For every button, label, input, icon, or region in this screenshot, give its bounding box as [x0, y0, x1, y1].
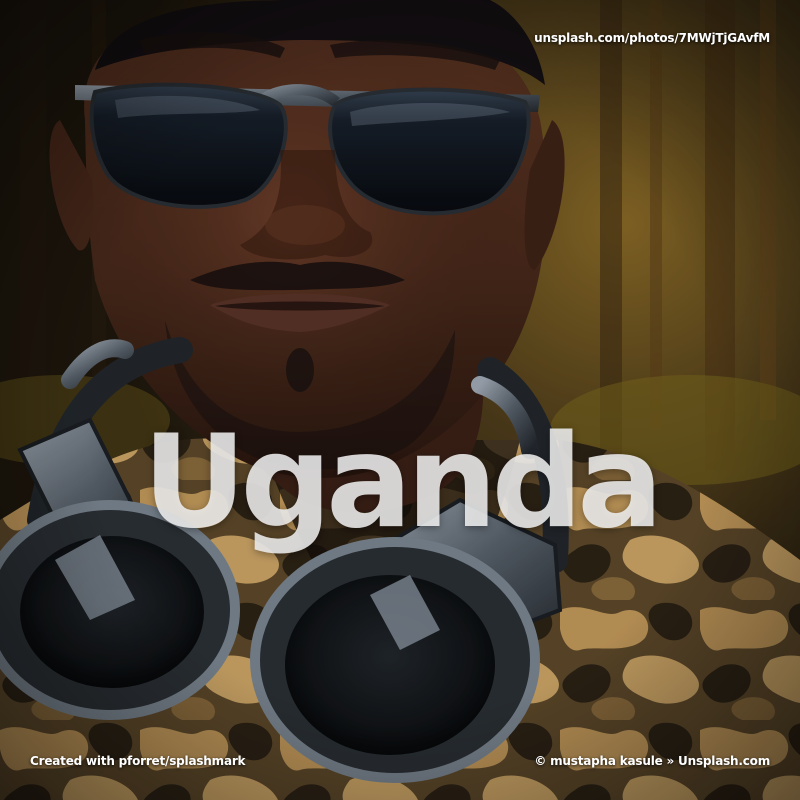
headline-text: Uganda — [142, 408, 663, 557]
splash-image: unsplash.com/photos/7MWjTjGAvfM Uganda C… — [0, 0, 800, 800]
portrait-photo — [0, 0, 800, 800]
source-url: unsplash.com/photos/7MWjTjGAvfM — [534, 31, 770, 45]
created-with-caption: Created with pforret/splashmark — [30, 754, 246, 768]
photo-credit: © mustapha kasule » Unsplash.com — [534, 754, 770, 768]
